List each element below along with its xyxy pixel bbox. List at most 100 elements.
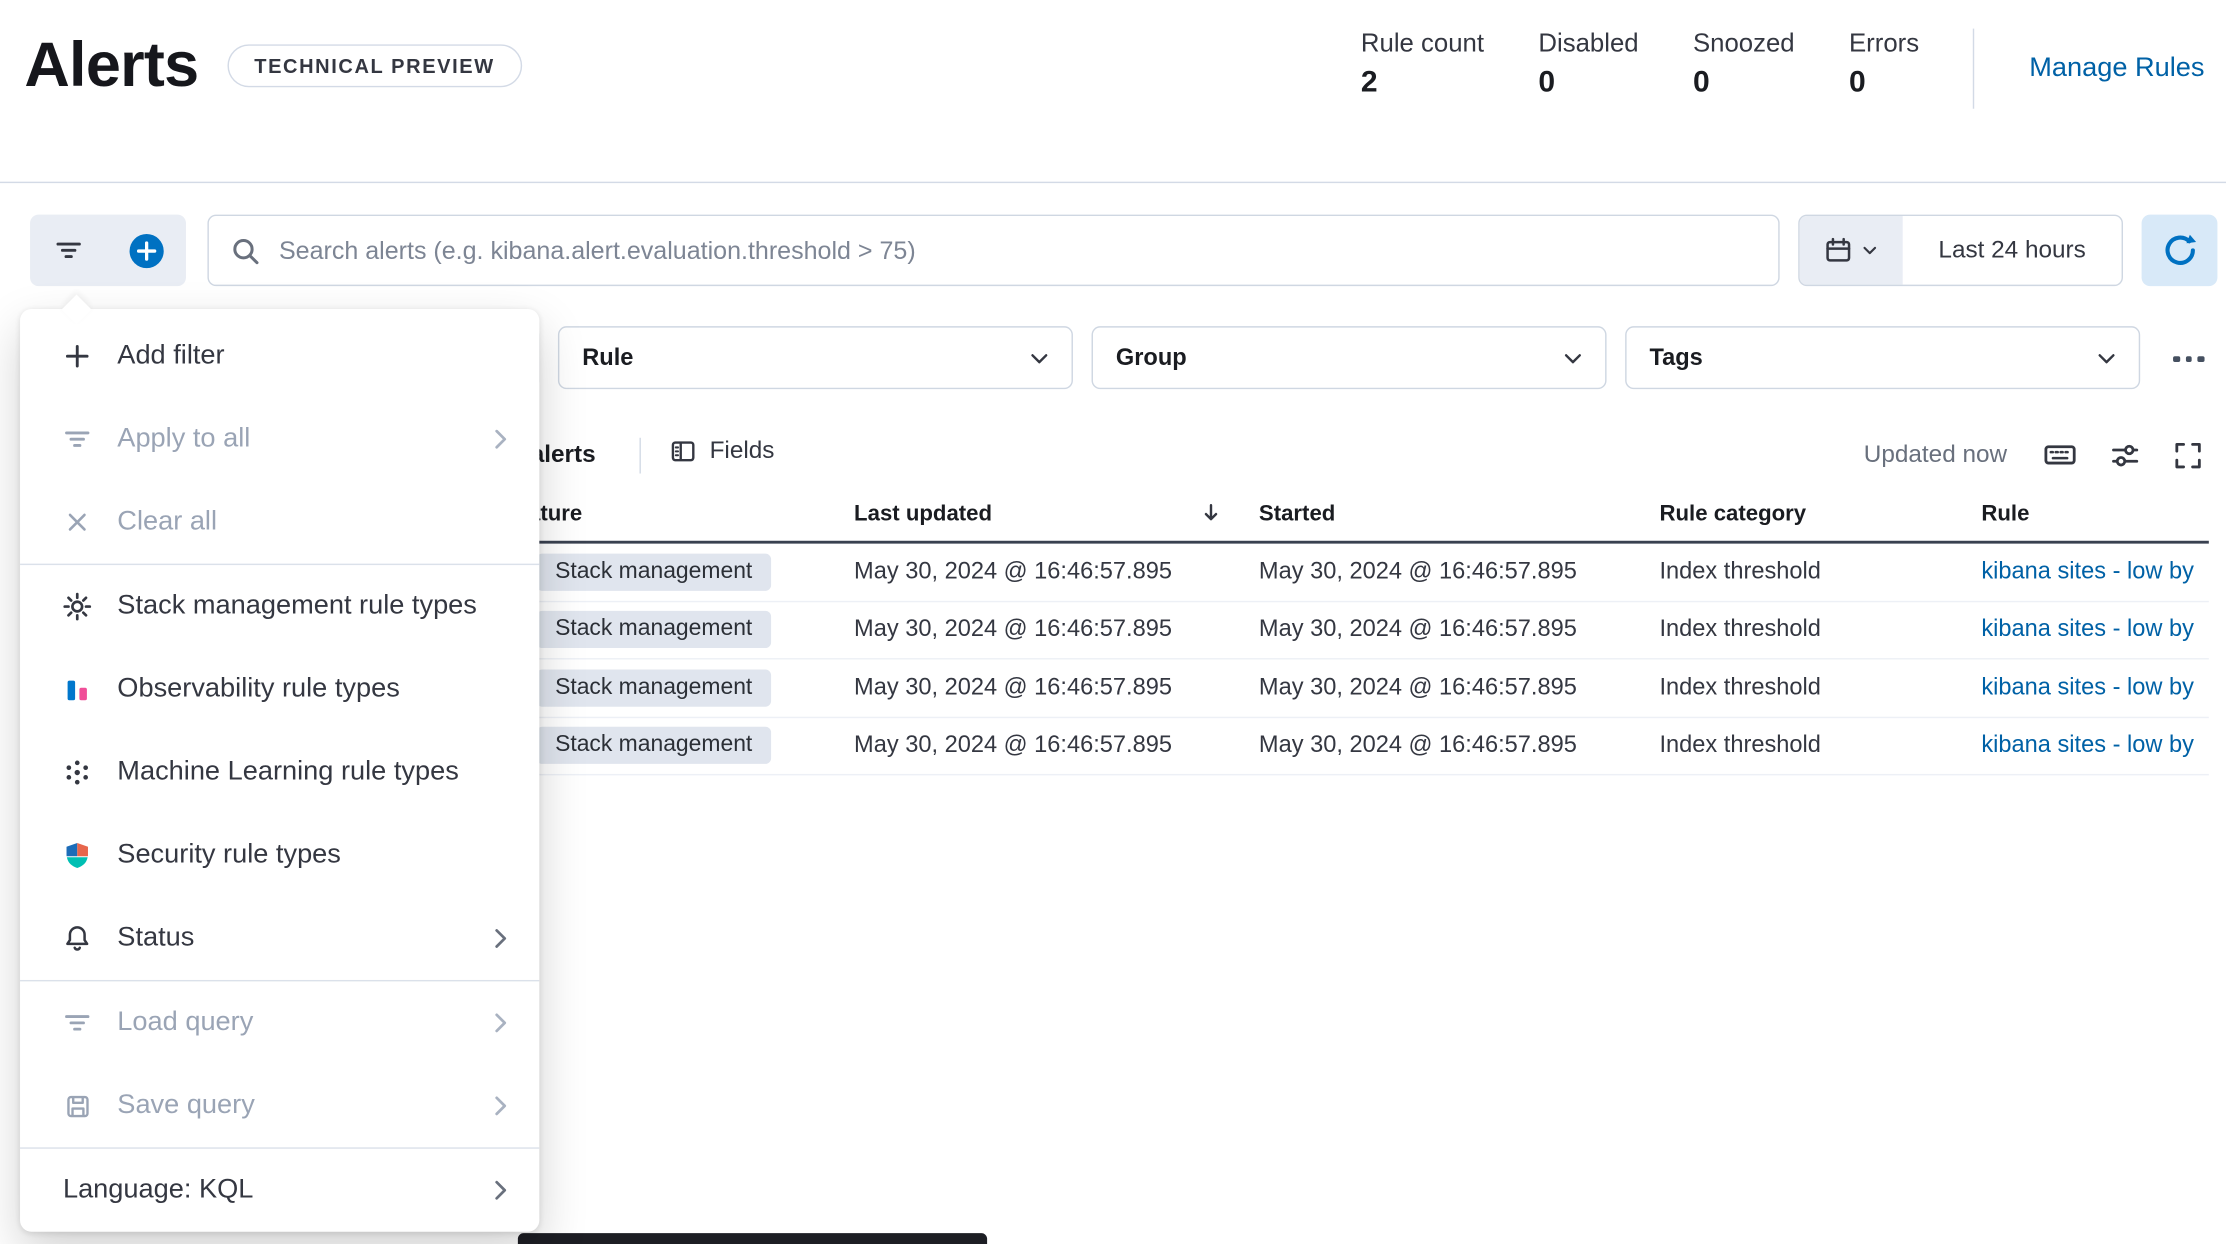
feature-badge: Stack management [536,611,771,649]
menu-item-stack-management-rule-types[interactable]: Stack management rule types [20,565,539,648]
rule-link[interactable]: kibana sites - low by [1981,616,2194,642]
menu-item-status[interactable]: Status [20,897,539,980]
stat-label: Errors [1848,28,1920,58]
security-shield-icon [63,841,92,870]
column-header-rule-category[interactable]: Rule category [1659,502,1806,528]
page-title: Alerts [24,30,199,101]
stat-value: 0 [1692,65,1710,99]
chevron-right-icon [488,426,514,452]
date-picker: Last 24 hours [1798,214,2123,287]
stat-value: 0 [1538,65,1556,99]
fields-button-label: Fields [709,436,775,464]
column-header-last-updated[interactable]: Last updated [854,502,992,528]
add-filter-button[interactable] [108,215,186,287]
menu-item-language-kql[interactable]: Language: KQL [20,1149,539,1232]
menu-item-label: Apply to all [117,423,251,454]
started-cell: May 30, 2024 @ 16:46:57.895 [1258,674,1577,700]
filter-icon [63,425,92,454]
search-bar [207,214,1780,287]
machine-learning-icon [63,758,92,787]
feature-badge: Stack management [536,669,771,707]
fields-icon [670,437,697,464]
column-header-started[interactable]: Started [1259,502,1335,528]
refresh-icon [2162,233,2196,267]
feature-cell: Stack management [536,727,771,765]
started-cell: May 30, 2024 @ 16:46:57.895 [1258,616,1577,642]
bottom-bar-fragment [517,1233,988,1244]
menu-item-add-filter[interactable]: Add filter [20,315,539,398]
stat-value: 0 [1848,65,1866,99]
filter-menu-button[interactable] [30,215,108,287]
updated-now-text: Updated now [1863,440,2008,468]
rule-link[interactable]: kibana sites - low by [1981,558,2194,584]
tags-filter-label: Tags [1649,344,1703,370]
menu-item-apply-to-all[interactable]: Apply to all [20,398,539,481]
rule-filter-select[interactable]: Rule [557,326,1073,390]
started-cell: May 30, 2024 @ 16:46:57.895 [1258,732,1577,758]
group-filter-select[interactable]: Group [1091,326,1607,390]
gear-icon [63,592,92,621]
manage-rules-link[interactable]: Manage Rules [2029,53,2204,84]
feature-cell: Stack management [536,611,771,649]
rule-link[interactable]: kibana sites - low by [1981,732,2194,758]
save-icon [63,1092,92,1121]
display-options-button[interactable] [2110,440,2140,470]
bell-icon [63,924,92,953]
sort-descending-icon[interactable] [1199,501,1223,525]
stat-label: Rule count [1360,28,1485,58]
more-filters-button[interactable] [2159,339,2219,379]
stat-label: Snoozed [1692,28,1795,58]
rule-category-cell: Index threshold [1659,616,1821,642]
rule-cell: kibana sites - low by [1981,674,2208,701]
search-icon [230,235,260,265]
tags-filter-select[interactable]: Tags [1625,326,2141,390]
rule-category-cell: Index threshold [1659,674,1821,700]
menu-item-label: Status [117,922,195,953]
rule-category-cell: Index threshold [1659,732,1821,758]
menu-item-label: Save query [117,1090,255,1121]
alerts-count-label: alerts [530,440,596,468]
menu-item-label: Language: KQL [62,1174,254,1205]
search-input[interactable] [276,233,1757,267]
fields-button[interactable]: Fields [661,435,783,466]
menu-item-observability-rule-types[interactable]: Observability rule types [20,648,539,731]
chevron-down-icon [1561,345,1585,369]
column-header-rule[interactable]: Rule [1981,502,2029,528]
alerts-page: Alerts TECHNICAL PREVIEW Rule count 2 Di… [0,0,2226,1244]
header-vertical-divider [1973,28,1975,109]
stat-snoozed: Snoozed 0 [1693,29,1795,109]
date-picker-quick-menu-button[interactable] [1799,216,1903,285]
last-updated-cell: May 30, 2024 @ 16:46:57.895 [854,616,1173,642]
fullscreen-button[interactable] [2173,440,2203,470]
menu-item-machine-learning-rule-types[interactable]: Machine Learning rule types [20,731,539,814]
feature-badge: Stack management [536,553,771,591]
chevron-right-icon [488,1177,514,1203]
filter-button-group [30,214,186,287]
feature-badge: Stack management [536,727,771,765]
group-filter-label: Group [1115,344,1187,370]
chevron-right-icon [488,1010,514,1036]
menu-item-clear-all[interactable]: Clear all [20,481,539,564]
chevron-down-icon [1027,345,1051,369]
time-range-button[interactable]: Last 24 hours [1903,216,2122,285]
toolbar-divider [639,437,641,474]
last-updated-cell: May 30, 2024 @ 16:46:57.895 [854,732,1173,758]
keyboard-shortcuts-button[interactable] [2043,438,2077,472]
menu-item-load-query[interactable]: Load query [20,981,539,1064]
menu-item-security-rule-types[interactable]: Security rule types [20,814,539,897]
chevron-down-icon [1859,240,1879,260]
calendar-icon [1823,236,1852,265]
filter-icon [55,236,84,265]
rule-link[interactable]: kibana sites - low by [1981,674,2194,700]
refresh-button[interactable] [2141,214,2218,287]
plus-in-circle-icon [128,231,167,270]
page-scale-wrapper: Alerts TECHNICAL PREVIEW Rule count 2 Di… [0,0,2226,1244]
feature-cell: Stack management [536,553,771,591]
page-header: Alerts TECHNICAL PREVIEW [24,26,522,106]
menu-item-save-query[interactable]: Save query [20,1064,539,1147]
boxes-horizontal-icon [2173,355,2180,363]
chevron-right-icon [488,926,514,952]
stat-errors: Errors 0 [1849,29,1919,109]
header-stats: Rule count 2 Disabled 0 Snoozed 0 Errors… [1360,28,2205,109]
menu-item-label: Load query [117,1007,254,1038]
